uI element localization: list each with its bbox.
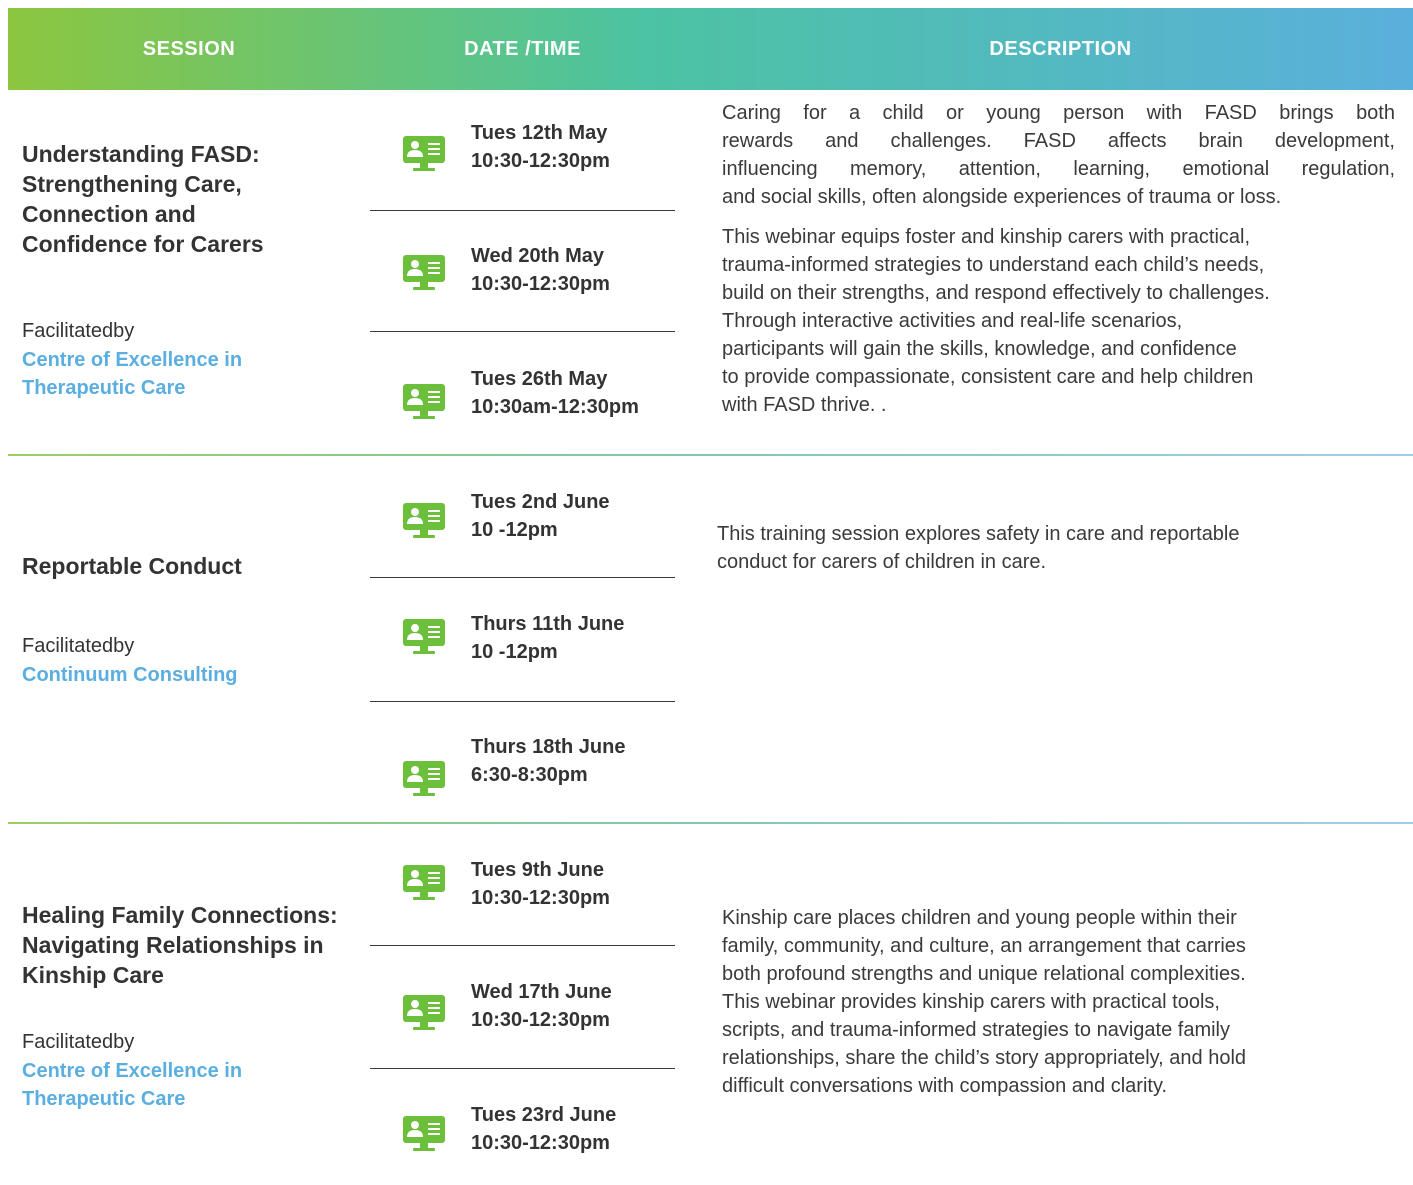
session-date: Tues 26th May 10:30am-12:30pm (471, 368, 639, 418)
session-date: Tues 23rd June 10:30-12:30pm (471, 1104, 617, 1154)
session-title: Reportable Conduct (22, 553, 242, 579)
session-title: Healing Family Connections: Navigating R… (22, 902, 338, 988)
computer-monitor-person-icon (403, 503, 445, 538)
session-date: Thurs 18th June 6:30-8:30pm (471, 736, 626, 786)
facilitated-label: Facilitatedby (22, 1031, 135, 1053)
date-divider (370, 945, 675, 946)
row-divider (8, 454, 1413, 456)
session-description: Caring for a child or young person with … (722, 102, 1395, 416)
date-divider (370, 1068, 675, 1069)
table-header: SESSION DATE /TIME DESCRIPTION (8, 8, 1413, 90)
row-divider (8, 822, 1413, 824)
computer-monitor-person-icon (403, 1116, 445, 1151)
facilitator-name: Continuum Consulting (22, 664, 238, 686)
session-date: Tues 9th June 10:30-12:30pm (471, 859, 610, 909)
session-date: Tues 12th May 10:30-12:30pm (471, 122, 610, 172)
header-session: SESSION (142, 38, 236, 60)
computer-monitor-person-icon (403, 619, 445, 654)
date-divider (370, 210, 675, 211)
session-date: Wed 17th June 10:30-12:30pm (471, 981, 612, 1031)
computer-monitor-person-icon (403, 136, 445, 171)
session-date: Thurs 11th June 10 -12pm (471, 613, 625, 663)
date-divider (370, 331, 675, 332)
computer-monitor-person-icon (403, 384, 445, 419)
session-description: This training session explores safety in… (717, 523, 1240, 573)
computer-monitor-person-icon (403, 865, 445, 900)
session-title: Understanding FASD: Strengthening Care, … (22, 141, 264, 257)
facilitated-label: Facilitatedby (22, 320, 135, 342)
facilitator-name: Centre of Excellence in Therapeutic Care (22, 349, 243, 399)
facilitator-name: Centre of Excellence in Therapeutic Care (22, 1060, 243, 1110)
session-date: Tues 2nd June 10 -12pm (471, 491, 610, 541)
computer-monitor-person-icon (403, 995, 445, 1030)
computer-monitor-person-icon (403, 255, 445, 290)
facilitated-label: Facilitatedby (22, 635, 135, 657)
date-divider (370, 577, 675, 578)
session-description: Kinship care places children and young p… (722, 907, 1247, 1097)
header-datetime: DATE /TIME (464, 38, 581, 60)
computer-monitor-person-icon (403, 761, 445, 796)
header-description: DESCRIPTION (989, 38, 1132, 60)
date-divider (370, 701, 675, 702)
session-date: Wed 20th May 10:30-12:30pm (471, 245, 610, 295)
